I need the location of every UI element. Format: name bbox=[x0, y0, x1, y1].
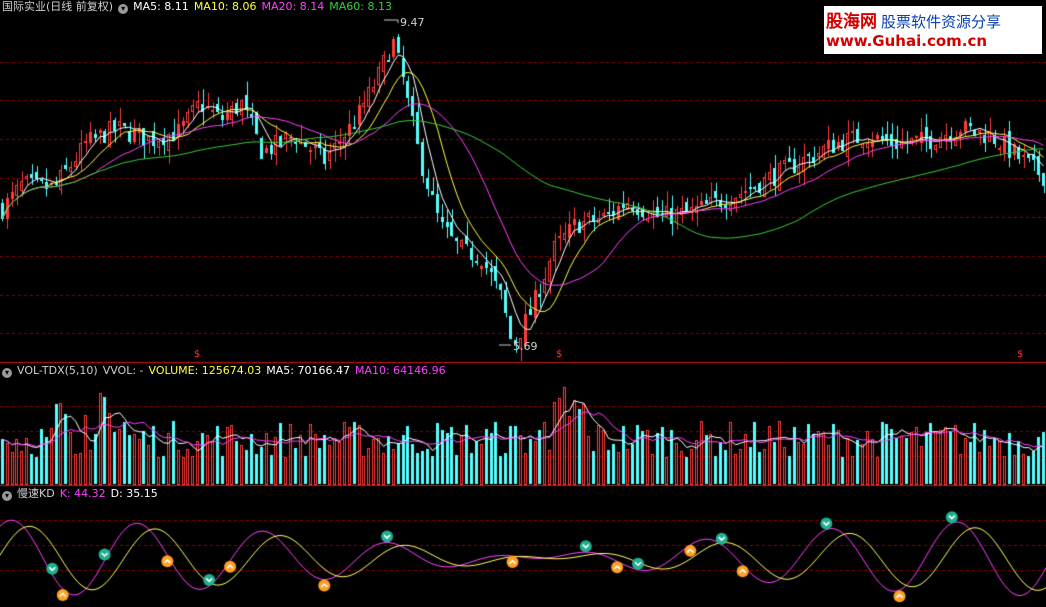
volume-header: ▾ VOL-TDX(5,10) VVOL: - VOLUME: 125674.03 MA… bbox=[2, 364, 451, 378]
kd-title: 慢速KD bbox=[17, 487, 55, 500]
ma60-label: MA60: 8.13 bbox=[329, 0, 392, 13]
event-marker[interactable]: $ bbox=[556, 349, 562, 361]
event-marker[interactable]: $ bbox=[194, 349, 200, 361]
price-title: 国际实业(日线 前复权) bbox=[2, 0, 114, 13]
low-price-annotation: 5.69 bbox=[513, 340, 538, 353]
vol-ma5-label: MA5: 70166.47 bbox=[266, 364, 350, 377]
vol-title: VOL-TDX(5,10) bbox=[17, 364, 98, 377]
circle-down-icon[interactable]: ▾ bbox=[2, 491, 12, 501]
high-price-annotation: 9.47 bbox=[400, 16, 425, 29]
stock-chart-canvas[interactable] bbox=[0, 0, 1046, 607]
circle-down-icon[interactable]: ▾ bbox=[2, 368, 12, 378]
kd-header: ▾ 慢速KD K: 44.32 D: 35.15 bbox=[2, 487, 163, 501]
kd-k-label: K: 44.32 bbox=[59, 487, 106, 500]
ma5-label: MA5: 8.11 bbox=[133, 0, 189, 13]
circle-down-icon[interactable]: ▾ bbox=[118, 4, 129, 14]
watermark-slogan: 股票软件资源分享 bbox=[881, 13, 1002, 31]
event-marker[interactable]: $ bbox=[1017, 349, 1023, 361]
kd-d-label: D: 35.15 bbox=[110, 487, 158, 500]
volume-label: VOLUME: 125674.03 bbox=[148, 364, 262, 377]
ma10-label: MA10: 8.06 bbox=[193, 0, 257, 13]
watermark-brand: 股海网 bbox=[826, 12, 877, 32]
ma20-label: MA20: 8.14 bbox=[261, 0, 325, 13]
price-header: 国际实业(日线 前复权) ▾ MA5: 8.11 MA10: 8.06 MA20: 8.… bbox=[2, 0, 397, 14]
watermark-url: www.Guhai.com.cn bbox=[826, 32, 988, 50]
vol-ma10-label: MA10: 64146.96 bbox=[354, 364, 446, 377]
vvol-label: VVOL: - bbox=[102, 364, 144, 377]
watermark-logo: 股海网 股票软件资源分享 www.Guhai.com.cn bbox=[824, 6, 1042, 54]
